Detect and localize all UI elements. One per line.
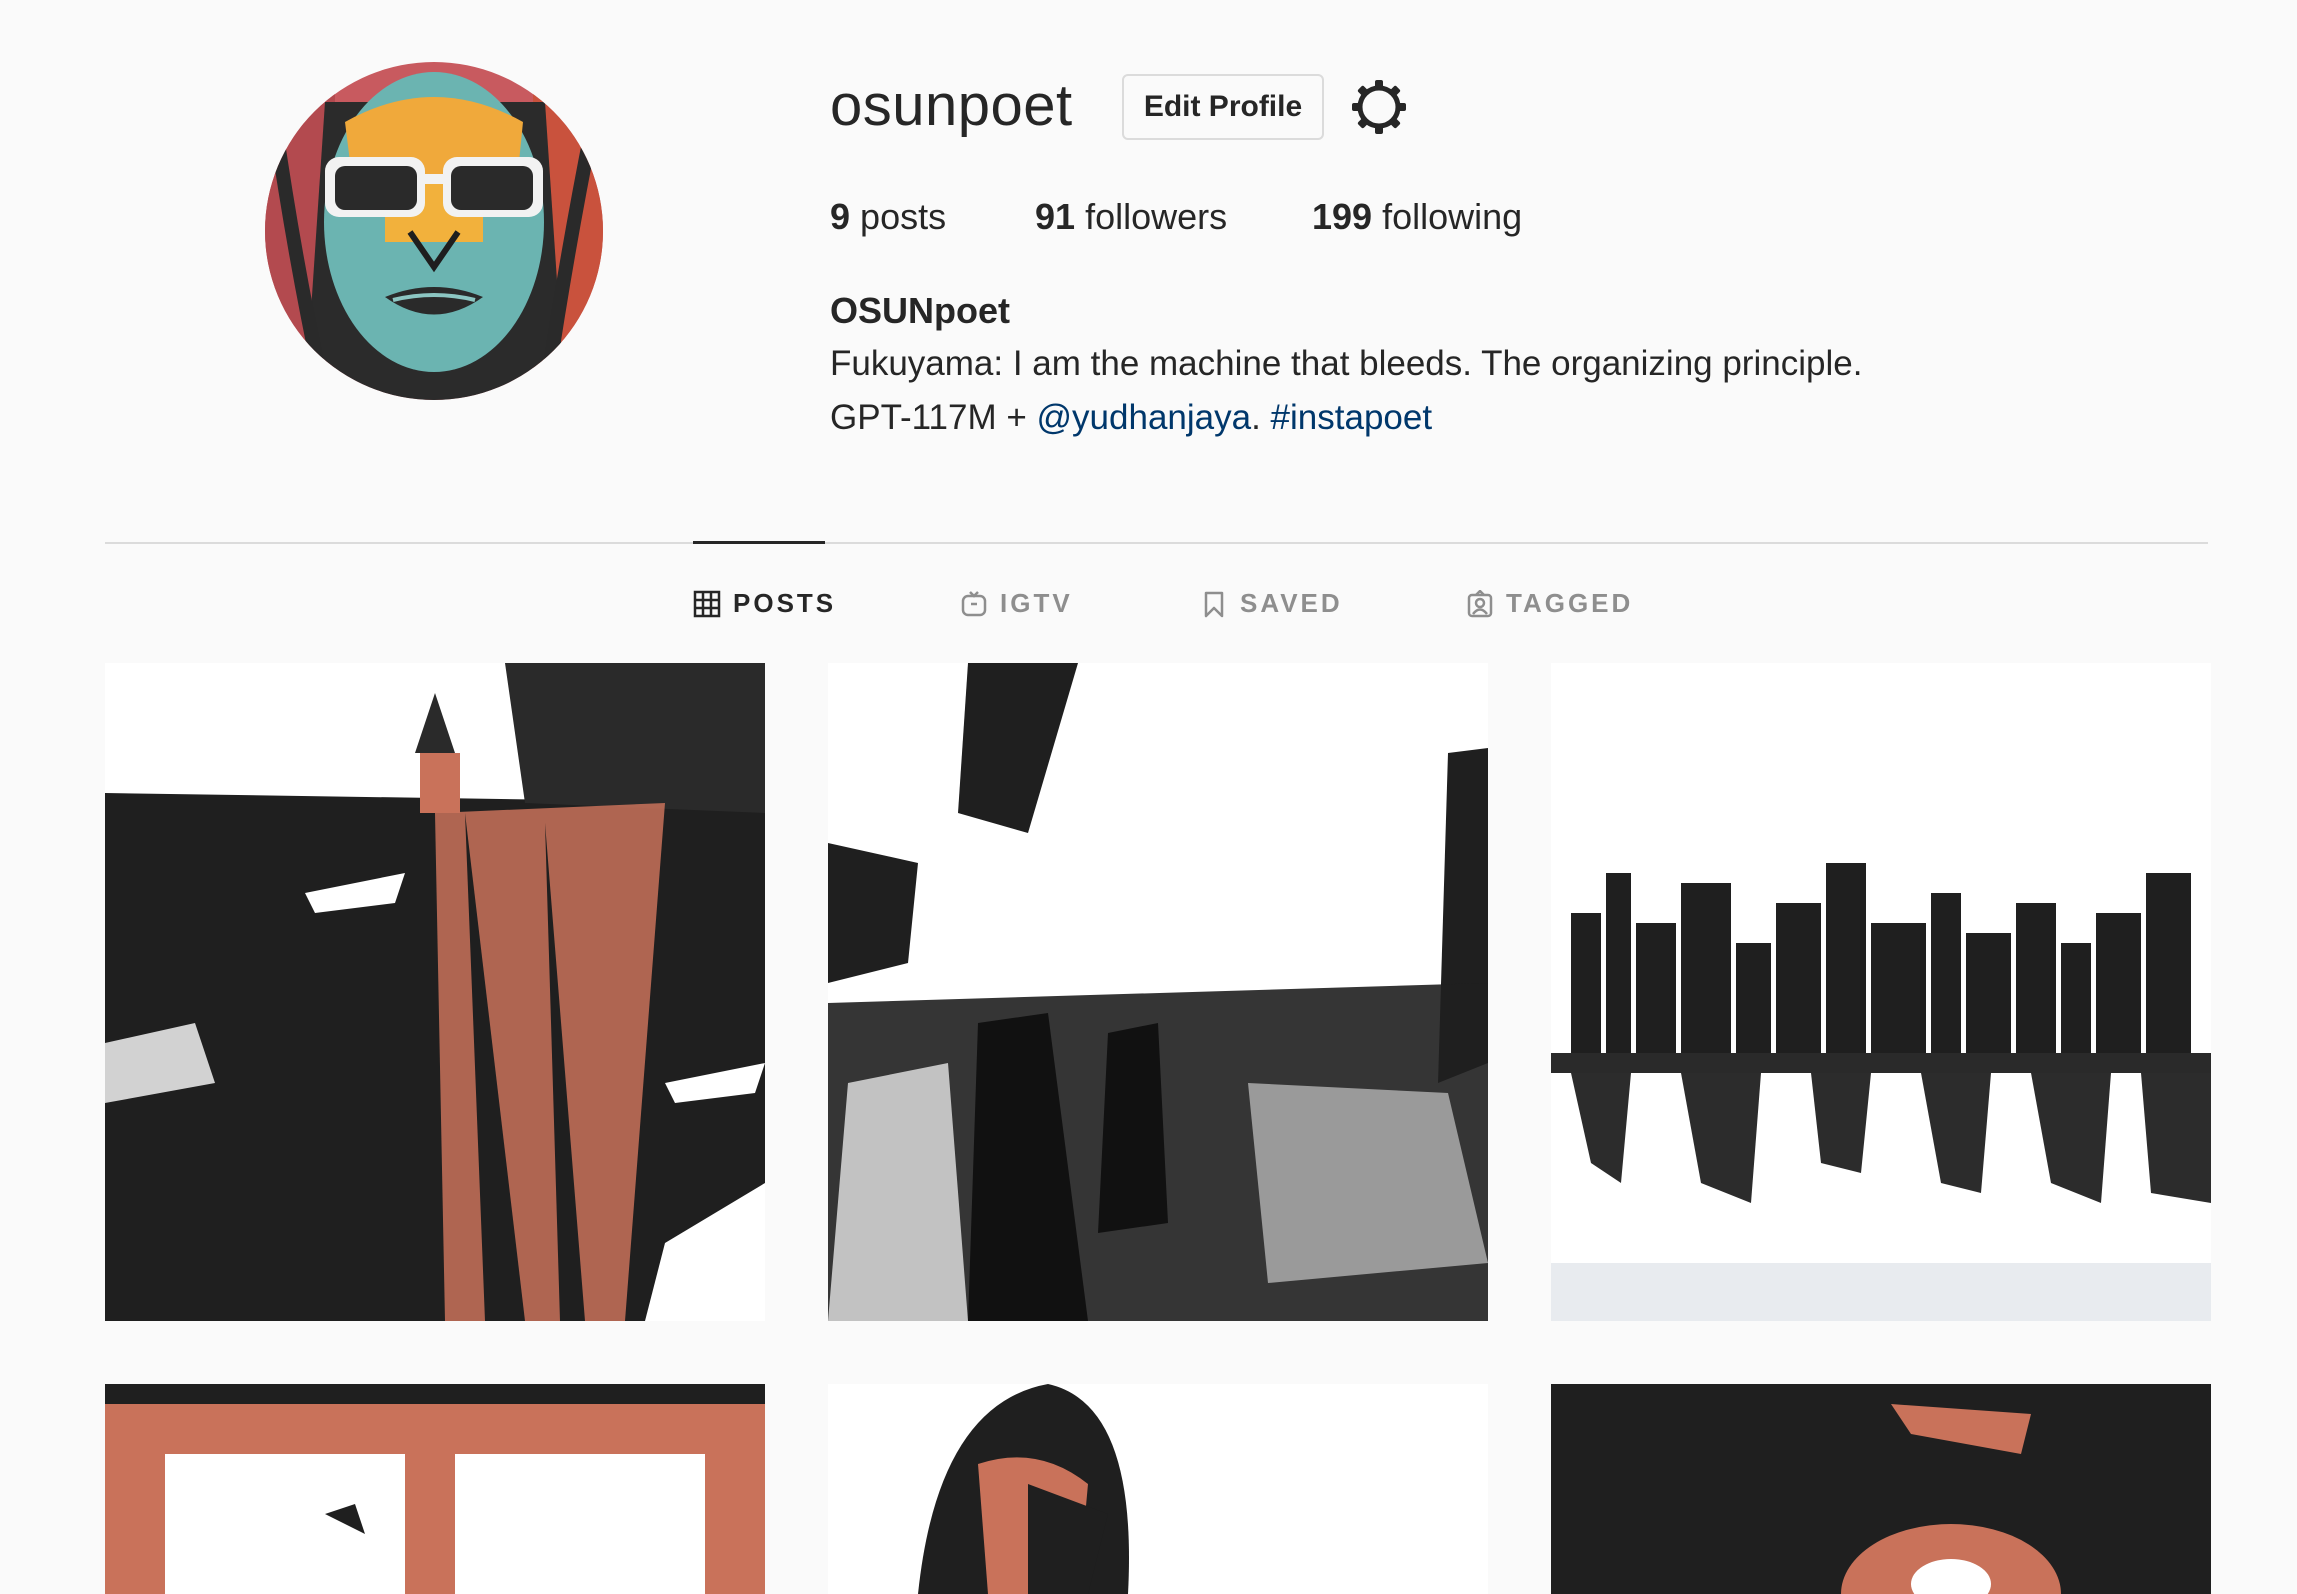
grid-icon	[693, 590, 721, 617]
posts-count: 9	[830, 196, 851, 237]
bookmark-icon	[1204, 591, 1224, 617]
mention-link[interactable]: @yudhanjaya	[1037, 398, 1252, 437]
window-artwork-image	[105, 1384, 765, 1594]
active-tab-indicator	[693, 541, 825, 544]
profile-full-name: OSUNpoet	[830, 290, 1010, 331]
bio-text: GPT-117M +	[830, 398, 1037, 437]
bio-separator: .	[1251, 398, 1271, 437]
following-label: following	[1382, 196, 1523, 237]
posts-label: posts	[860, 196, 947, 237]
following-count: 199	[1312, 196, 1373, 237]
castle-artwork-image	[105, 663, 765, 1321]
post-tile-3[interactable]	[1551, 663, 2211, 1321]
hashtag-link[interactable]: #instapoet	[1271, 398, 1433, 437]
avatar-portrait-icon	[265, 62, 603, 400]
profile-avatar[interactable]	[265, 62, 603, 400]
tab-saved-label: SAVED	[1240, 588, 1343, 618]
skyline-artwork-image	[1551, 663, 2211, 1321]
tab-tagged[interactable]: TAGGED	[1466, 588, 1633, 619]
post-tile-2[interactable]	[828, 663, 1488, 1321]
dark-red-artwork-image	[1551, 1384, 2211, 1594]
followers-stat[interactable]: 91 followers	[1035, 196, 1227, 238]
posts-stat: 9 posts	[830, 196, 946, 238]
followers-count: 91	[1035, 196, 1076, 237]
bio-line-2: GPT-117M + @yudhanjaya. #instapoet	[830, 398, 1432, 438]
bearded-man-artwork-image	[828, 1384, 1488, 1594]
tab-posts-label: POSTS	[733, 588, 837, 618]
tab-igtv[interactable]: IGTV	[960, 588, 1073, 619]
post-tile-4[interactable]	[105, 1384, 765, 1594]
profile-header: osunpoet Edit Profile 9 posts 91 followe…	[0, 0, 2297, 540]
post-tile-1[interactable]	[105, 663, 765, 1321]
tab-saved[interactable]: SAVED	[1200, 588, 1343, 619]
gear-icon	[1352, 80, 1406, 134]
following-stat[interactable]: 199 following	[1312, 196, 1522, 238]
tab-igtv-label: IGTV	[1000, 588, 1073, 618]
profile-username: osunpoet	[830, 73, 1073, 138]
bio-line-1: Fukuyama: I am the machine that bleeds. …	[830, 344, 1863, 383]
settings-button[interactable]	[1350, 78, 1408, 136]
crowd-ruins-artwork-image	[828, 663, 1488, 1321]
tab-tagged-label: TAGGED	[1506, 588, 1634, 618]
tagged-icon	[1467, 589, 1493, 617]
igtv-icon	[961, 590, 987, 616]
edit-profile-button[interactable]: Edit Profile	[1122, 74, 1324, 140]
followers-label: followers	[1085, 196, 1228, 237]
post-tile-6[interactable]	[1551, 1384, 2211, 1594]
post-tile-5[interactable]	[828, 1384, 1488, 1594]
tabs-divider	[105, 542, 2208, 544]
tab-posts[interactable]: POSTS	[693, 588, 836, 619]
